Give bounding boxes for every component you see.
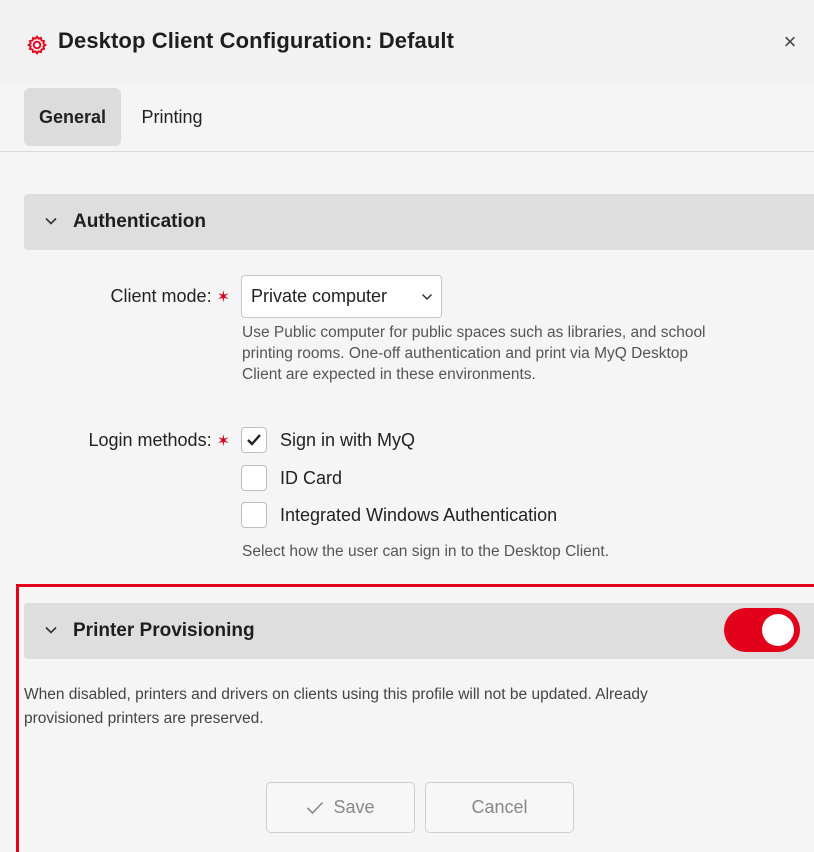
checkbox[interactable] xyxy=(241,427,267,453)
tab-general[interactable]: General xyxy=(24,88,121,146)
client-mode-help: Use Public computer for public spaces su… xyxy=(242,322,706,385)
client-mode-select[interactable]: Private computer xyxy=(241,275,442,318)
chevron-down-icon xyxy=(421,293,433,301)
printer-provisioning-section-title: Printer Provisioning xyxy=(73,620,255,641)
checkbox[interactable] xyxy=(241,465,267,491)
printer-provisioning-description: When disabled, printers and drivers on c… xyxy=(24,683,814,731)
checkmark-icon xyxy=(247,434,261,446)
login-methods-help: Select how the user can sign in to the D… xyxy=(242,543,610,560)
close-icon[interactable]: × xyxy=(778,29,802,54)
description-line: When disabled, printers and drivers on c… xyxy=(24,686,648,703)
client-mode-value: Private computer xyxy=(251,286,388,306)
login-method-sign-in-with-myq[interactable]: Sign in with MyQ xyxy=(241,427,415,453)
authentication-section-title: Authentication xyxy=(73,211,206,232)
login-methods-label-text: Login methods: xyxy=(88,430,212,450)
checkbox[interactable] xyxy=(241,502,267,528)
client-mode-label: Client mode: ✶ xyxy=(70,286,230,307)
authentication-section-header[interactable]: Authentication xyxy=(24,194,814,250)
chevron-down-icon xyxy=(45,626,57,634)
save-button-label: Save xyxy=(333,797,375,817)
cancel-button[interactable]: Cancel xyxy=(425,782,574,833)
tab-bar: General Printing xyxy=(0,86,814,152)
checkmark-icon xyxy=(307,801,324,814)
save-button[interactable]: Save xyxy=(266,782,415,833)
login-method-id-card[interactable]: ID Card xyxy=(241,465,342,491)
toggle-knob xyxy=(762,614,794,646)
cancel-button-label: Cancel xyxy=(471,797,528,817)
required-indicator: ✶ xyxy=(216,289,230,306)
required-indicator: ✶ xyxy=(216,433,230,450)
dialog-title: Desktop Client Configuration: Default xyxy=(58,28,455,53)
gear-icon xyxy=(26,34,48,56)
checkbox-label: ID Card xyxy=(280,467,343,488)
login-methods-label: Login methods: ✶ xyxy=(40,430,230,451)
client-mode-help-line: printing rooms. One-off authentication a… xyxy=(242,345,688,362)
client-mode-help-line: Client are expected in these environment… xyxy=(242,366,536,383)
checkbox-label: Integrated Windows Authentication xyxy=(280,504,558,525)
checkbox-label: Sign in with MyQ xyxy=(280,429,416,450)
client-mode-help-line: Use Public computer for public spaces su… xyxy=(242,324,706,341)
description-line: provisioned printers are preserved. xyxy=(24,710,264,727)
client-mode-label-text: Client mode: xyxy=(110,286,212,306)
printer-provisioning-toggle[interactable] xyxy=(724,608,800,652)
dialog-header: Desktop Client Configuration: Default × xyxy=(0,0,814,86)
printer-provisioning-section-header[interactable]: Printer Provisioning xyxy=(24,603,814,659)
chevron-down-icon xyxy=(45,217,57,225)
tab-printing[interactable]: Printing xyxy=(122,88,222,146)
login-method-integrated-windows-auth[interactable]: Integrated Windows Authentication xyxy=(241,502,557,528)
